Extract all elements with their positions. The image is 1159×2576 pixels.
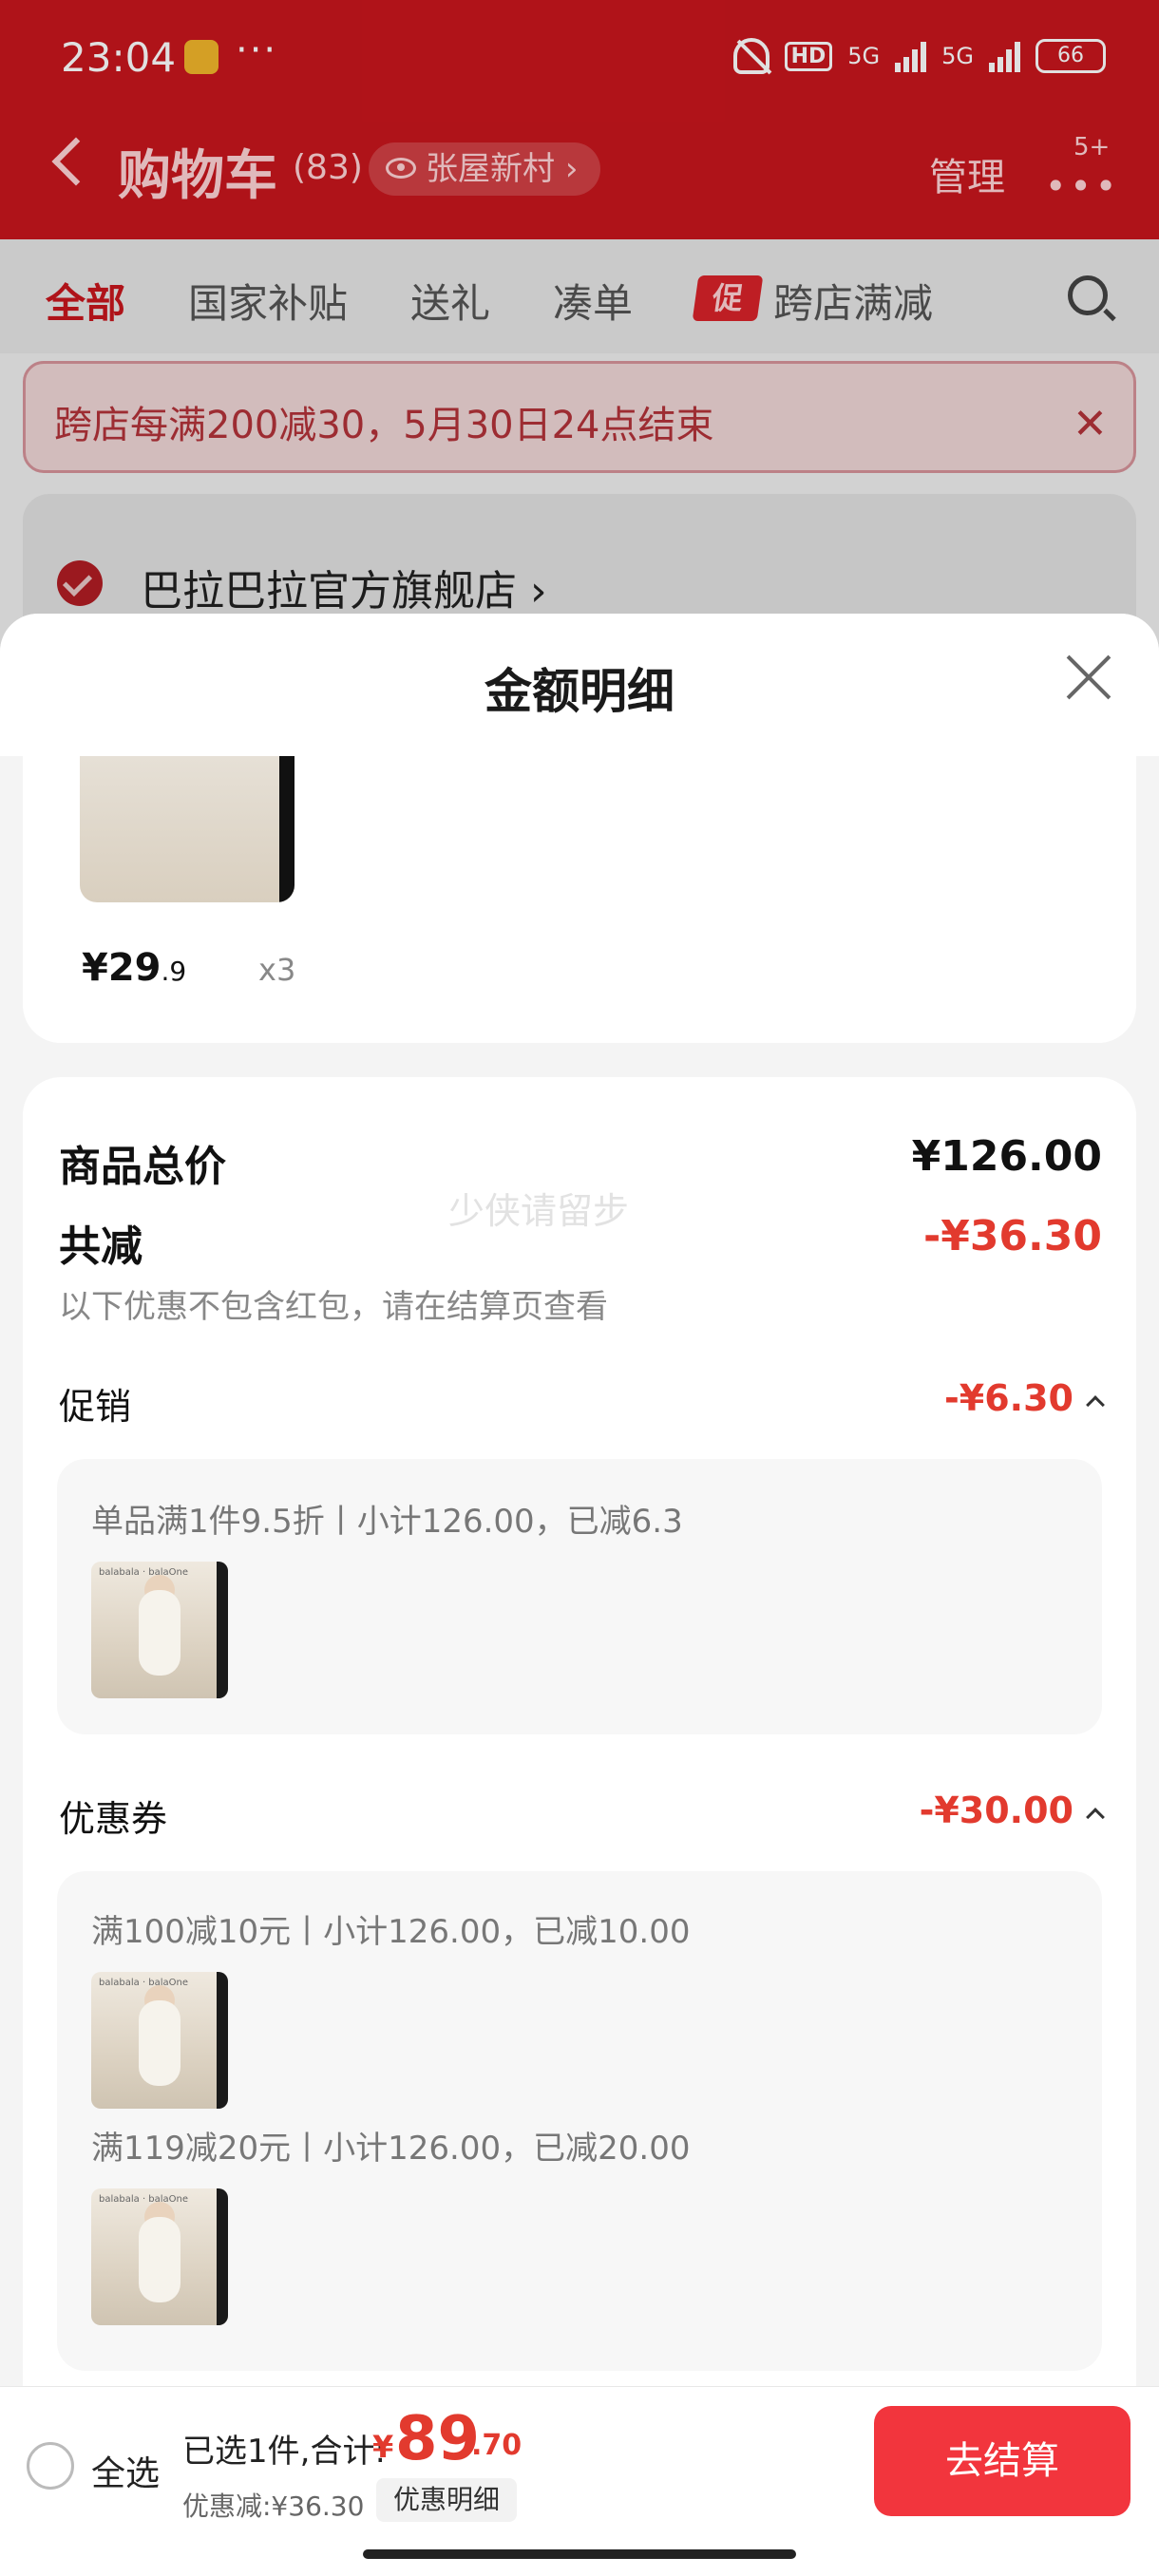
product-image: [80, 756, 294, 902]
discount-detail-button[interactable]: 优惠明细: [376, 2478, 518, 2522]
total-price-label: 商品总价: [59, 1143, 226, 1191]
checkout-bar: 全选 已选1件,合计: ¥ 89 .70 优惠减:¥36.30 优惠明细 去结算: [0, 2386, 1159, 2576]
chevron-up-icon[interactable]: [1086, 1808, 1105, 1827]
select-all-label[interactable]: 全选: [91, 2446, 160, 2495]
total-currency: ¥: [372, 2429, 394, 2465]
watermark: 少侠请留步: [448, 1190, 630, 1232]
total-reduction-label: 共减: [59, 1222, 142, 1271]
home-indicator[interactable]: [363, 2549, 796, 2559]
chevron-up-icon[interactable]: [1086, 1395, 1105, 1414]
select-all-checkbox[interactable]: [27, 2442, 74, 2490]
coupon-rule: 满119减20元丨小计126.00，已减20.00: [91, 2130, 691, 2168]
product-price: ¥29.9: [82, 946, 187, 990]
goods-card: ¥29.9 x3: [23, 756, 1136, 1043]
total-amount-decimal: .70: [471, 2429, 522, 2462]
reduction-note: 以下优惠不包含红包，请在结算页查看: [59, 1288, 608, 1326]
product-thumbnail: balabala · balaOne: [91, 2188, 228, 2325]
amount-detail-sheet: 金额明细 ¥29.9 x3 商品总价 ¥126.00 少侠请留步 共减 -¥36…: [0, 614, 1159, 2576]
product-thumbnail: balabala · balaOne: [91, 1562, 228, 1698]
total-amount-integer: 89: [395, 2404, 481, 2474]
discount-summary: 优惠减:¥36.30: [182, 2491, 365, 2522]
product-quantity: x3: [258, 952, 296, 988]
sheet-title: 金额明细: [484, 664, 674, 719]
promotion-label: 促销: [59, 1386, 132, 1428]
promotion-detail-box: 单品满1件9.5折丨小计126.00，已减6.3 balabala · bala…: [57, 1459, 1102, 1734]
coupon-value[interactable]: -¥30.00: [920, 1790, 1074, 1831]
coupon-label: 优惠券: [59, 1798, 168, 1840]
close-icon[interactable]: [1066, 652, 1113, 699]
total-price-value: ¥126.00: [911, 1132, 1102, 1181]
coupon-rule: 满100减10元丨小计126.00，已减10.00: [91, 1913, 691, 1951]
selected-summary: 已选1件,合计:: [182, 2433, 386, 2471]
price-detail-card: 商品总价 ¥126.00 少侠请留步 共减 -¥36.30 以下优惠不包含红包，…: [23, 1077, 1136, 2559]
coupon-detail-box: 满100减10元丨小计126.00，已减10.00 balabala · bal…: [57, 1871, 1102, 2371]
product-thumbnail: balabala · balaOne: [91, 1972, 228, 2109]
sheet-header: 金额明细: [0, 614, 1159, 756]
checkout-button[interactable]: 去结算: [874, 2406, 1130, 2516]
total-reduction-value: -¥36.30: [922, 1212, 1102, 1260]
promotion-value[interactable]: -¥6.30: [944, 1377, 1074, 1419]
promotion-rule: 单品满1件9.5折丨小计126.00，已减6.3: [91, 1503, 683, 1541]
